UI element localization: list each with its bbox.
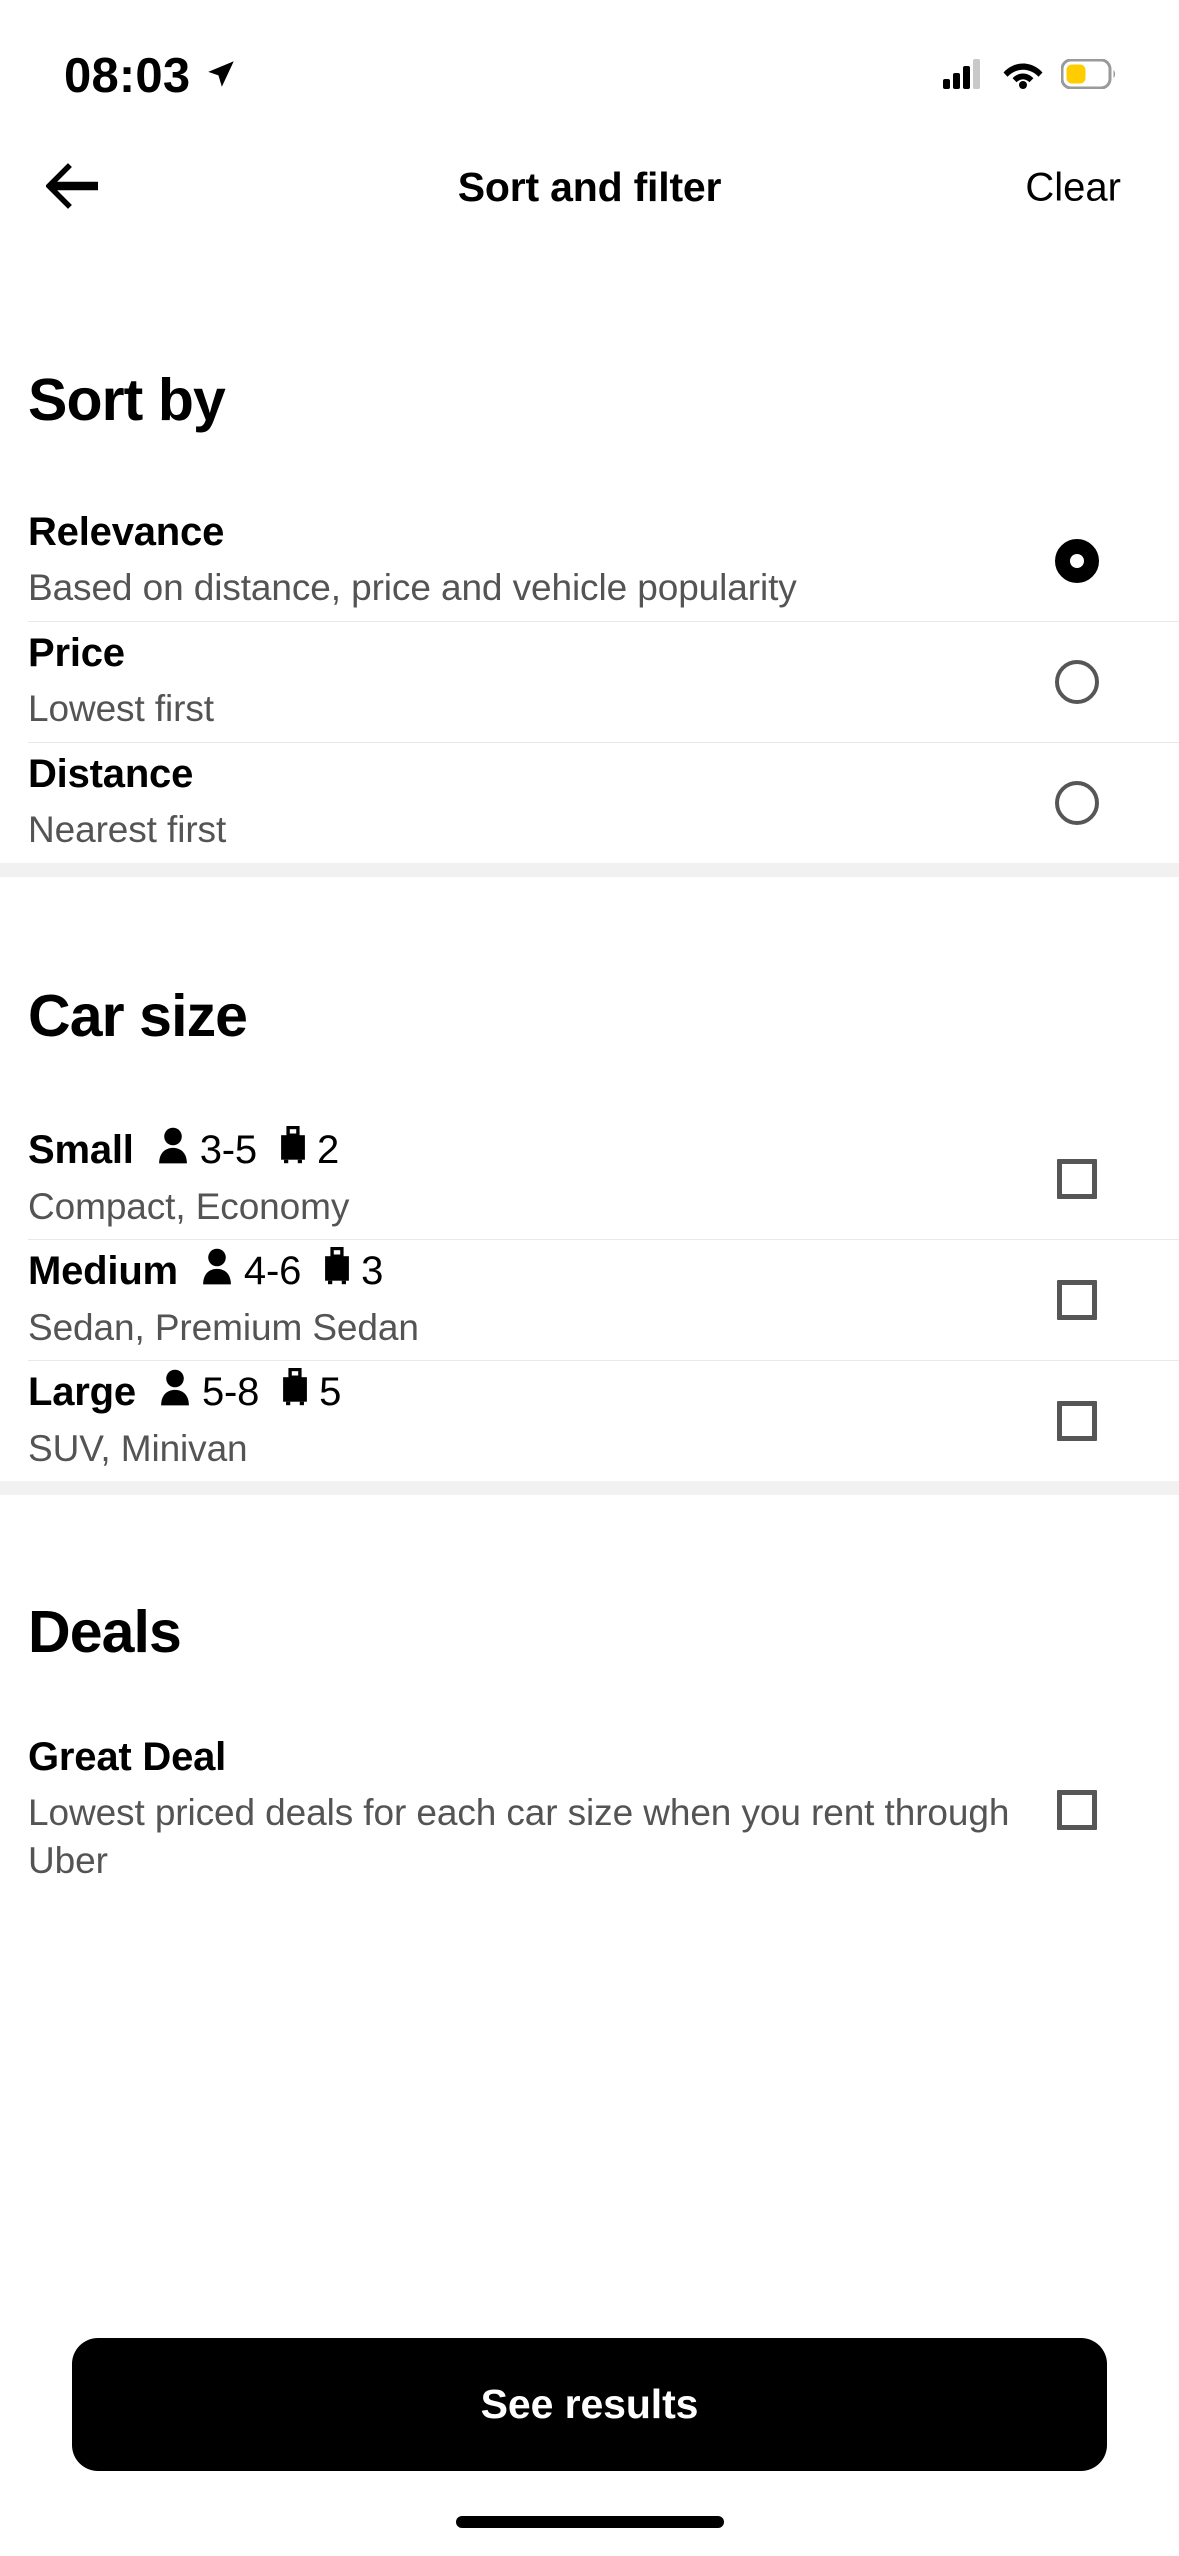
clear-button[interactable]: Clear [1025, 165, 1121, 210]
car-size-medium-luggage: 3 [361, 1248, 384, 1293]
sort-option-price[interactable]: Price Lowest first [0, 621, 1179, 742]
car-size-option-large[interactable]: Large 5-8 5 SUV, Minivan [0, 1360, 1179, 1481]
deals-heading-wrap: Deals [0, 1495, 1179, 1734]
page-title: Sort and filter [457, 164, 722, 210]
car-size-medium-passengers: 4-6 [243, 1248, 302, 1293]
car-size-option-large-text: Large 5-8 5 SUV, Minivan [28, 1367, 1057, 1473]
car-size-small-passenger-capacity: 3-5 [156, 1126, 257, 1175]
deals-option-great-deal-text: Great Deal Lowest priced deals for each … [28, 1734, 1057, 1885]
car-size-large-luggage-capacity: 5 [281, 1367, 342, 1417]
section-car-size: Car size Small 3-5 2 Compact, Economy Me… [0, 877, 1179, 1481]
car-size-option-large-label-row: Large 5-8 5 [28, 1367, 1017, 1417]
car-size-heading-wrap: Car size [0, 877, 1179, 1118]
car-size-small-luggage: 2 [316, 1127, 339, 1172]
suitcase-icon [279, 1125, 307, 1175]
car-size-large-luggage: 5 [319, 1369, 342, 1414]
sort-option-relevance-label: Relevance [28, 509, 225, 554]
wifi-icon [1002, 59, 1044, 94]
cellular-signal-icon [943, 58, 985, 94]
car-size-medium-passenger-capacity: 4-6 [200, 1247, 301, 1296]
battery-low-power-icon [1060, 58, 1117, 94]
status-bar-clock: 08:03 [64, 48, 191, 103]
car-size-option-small-label: Small [28, 1127, 134, 1172]
section-deals: Deals Great Deal Lowest priced deals for… [0, 1495, 1179, 1886]
status-bar-right [943, 58, 1117, 94]
car-size-option-small[interactable]: Small 3-5 2 Compact, Economy [0, 1118, 1179, 1239]
sort-option-price-label: Price [28, 630, 125, 675]
car-size-medium-luggage-capacity: 3 [323, 1246, 384, 1296]
section-divider-2 [0, 1481, 1179, 1495]
section-sort-by: Sort by Relevance Based on distance, pri… [0, 245, 1179, 863]
person-icon [156, 1126, 190, 1175]
car-size-option-small-subtitle: Compact, Economy [28, 1186, 350, 1228]
car-size-option-large-label: Large [28, 1369, 136, 1414]
section-divider-1 [0, 863, 1179, 877]
checkbox-car-size-medium[interactable] [1057, 1279, 1097, 1320]
sort-option-distance-text: Distance Nearest first [28, 751, 1055, 854]
car-size-large-passengers: 5-8 [201, 1369, 260, 1414]
phone-screen: 08:03 Sort and filter Clear Sort by Rele… [0, 0, 1179, 2556]
car-size-option-medium-label: Medium [28, 1248, 178, 1293]
app-header: Sort and filter Clear [0, 130, 1179, 245]
car-size-heading: Car size [28, 983, 248, 1049]
sort-option-distance-subtitle: Nearest first [28, 809, 227, 851]
car-size-option-medium-subtitle: Sedan, Premium Sedan [28, 1307, 419, 1349]
sort-option-price-text: Price Lowest first [28, 630, 1055, 733]
filters-scroll-area[interactable]: Sort by Relevance Based on distance, pri… [0, 245, 1179, 2556]
radio-distance[interactable] [1055, 780, 1099, 825]
suitcase-icon [323, 1246, 351, 1296]
car-size-option-medium-label-row: Medium 4-6 3 [28, 1246, 1017, 1296]
sort-by-heading: Sort by [28, 367, 226, 433]
deals-option-great-deal[interactable]: Great Deal Lowest priced deals for each … [0, 1734, 1179, 1886]
sort-option-distance-label: Distance [28, 751, 194, 796]
see-results-button[interactable]: See results [72, 2338, 1107, 2471]
car-size-option-medium-text: Medium 4-6 3 Sedan, Premium Sedan [28, 1246, 1057, 1352]
person-icon [200, 1247, 234, 1296]
car-size-small-luggage-capacity: 2 [279, 1125, 339, 1175]
sort-option-relevance-text: Relevance Based on distance, price and v… [28, 509, 1055, 612]
checkbox-car-size-small[interactable] [1057, 1158, 1097, 1199]
sort-option-relevance-subtitle: Based on distance, price and vehicle pop… [28, 567, 797, 609]
status-bar-left: 08:03 [64, 48, 238, 103]
car-size-option-large-subtitle: SUV, Minivan [28, 1428, 248, 1470]
status-bar: 08:03 [0, 0, 1179, 130]
car-size-option-small-label-row: Small 3-5 2 [28, 1125, 1017, 1175]
car-size-option-small-text: Small 3-5 2 Compact, Economy [28, 1125, 1057, 1231]
sort-option-relevance[interactable]: Relevance Based on distance, price and v… [0, 500, 1179, 621]
sort-option-distance[interactable]: Distance Nearest first [0, 742, 1179, 863]
deals-option-great-deal-subtitle: Lowest priced deals for each car size wh… [28, 1792, 1010, 1882]
person-icon [158, 1368, 192, 1417]
radio-price[interactable] [1055, 659, 1099, 704]
location-arrow-icon [204, 57, 238, 96]
checkbox-great-deal[interactable] [1057, 1789, 1097, 1830]
car-size-small-passengers: 3-5 [199, 1127, 257, 1172]
radio-relevance[interactable] [1055, 538, 1099, 583]
deals-option-great-deal-label: Great Deal [28, 1735, 227, 1779]
sort-option-price-subtitle: Lowest first [28, 688, 214, 730]
home-indicator [455, 2516, 724, 2528]
car-size-option-medium[interactable]: Medium 4-6 3 Sedan, Premium Sedan [0, 1239, 1179, 1360]
checkbox-car-size-large[interactable] [1057, 1400, 1097, 1441]
suitcase-icon [281, 1367, 309, 1417]
car-size-large-passenger-capacity: 5-8 [158, 1368, 259, 1417]
deals-heading: Deals [28, 1599, 182, 1665]
sort-by-heading-wrap: Sort by [0, 245, 1179, 500]
